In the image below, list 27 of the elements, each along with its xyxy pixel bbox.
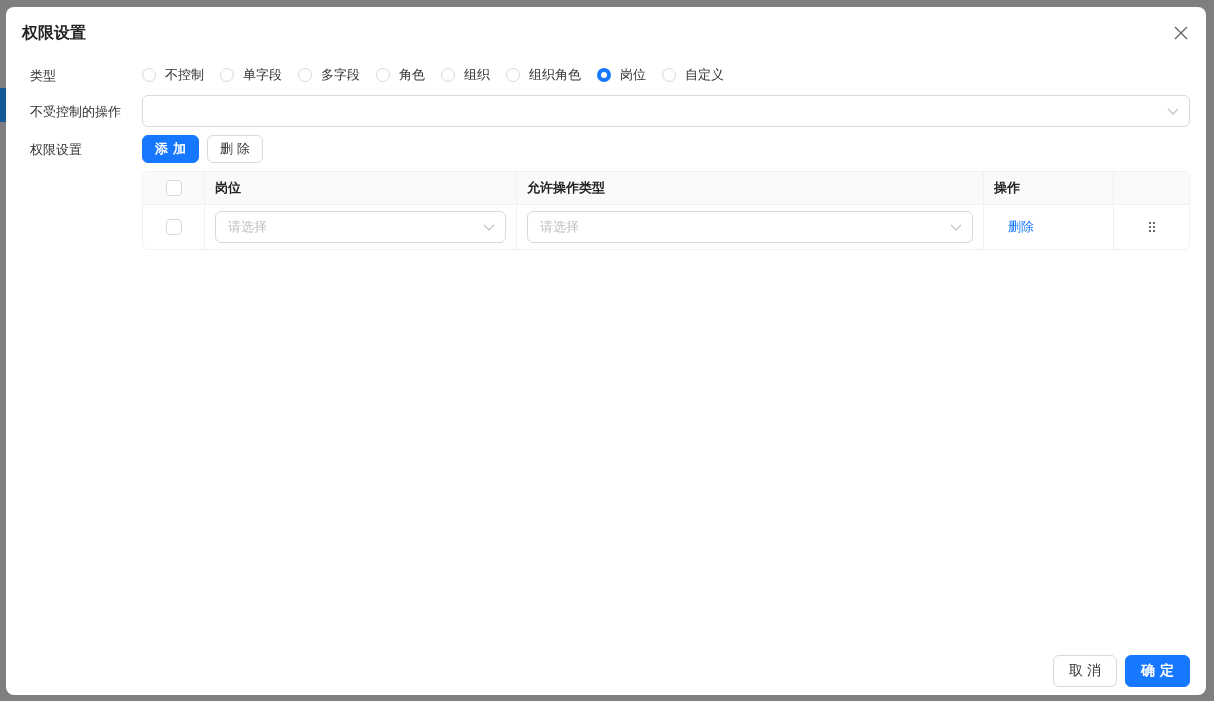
background-panel: [0, 88, 6, 122]
radio-option[interactable]: 不控制: [142, 66, 204, 84]
drag-handle-icon[interactable]: [1148, 222, 1155, 232]
add-button[interactable]: 添 加: [142, 135, 199, 163]
radio-option[interactable]: 角色: [376, 66, 425, 84]
field-label: 不受控制的操作: [30, 103, 122, 121]
checkbox[interactable]: [165, 180, 182, 196]
column-header: 操作: [984, 172, 1114, 205]
column-header: 岗位: [205, 172, 517, 205]
radio-option[interactable]: 单字段: [220, 66, 282, 84]
radio-option[interactable]: 组织角色: [506, 66, 581, 84]
radio-option[interactable]: 岗位: [597, 66, 646, 84]
close-icon[interactable]: [1174, 26, 1188, 40]
radio-option[interactable]: 多字段: [298, 66, 360, 84]
cancel-button[interactable]: 取 消: [1052, 655, 1118, 687]
radio-option[interactable]: 组织: [441, 66, 490, 84]
field-label: 权限设置: [30, 141, 83, 159]
delete-button[interactable]: 删 除: [206, 135, 263, 163]
delete-link[interactable]: 删除: [1008, 218, 1034, 236]
dialog-title: 权限设置: [22, 22, 86, 44]
radio-icon[interactable]: [597, 68, 611, 82]
column-header: 允许操作类型: [517, 172, 984, 205]
field-label: 类型: [30, 67, 57, 85]
confirm-button[interactable]: 确 定: [1125, 655, 1190, 687]
select-field[interactable]: [142, 95, 1190, 127]
radio-option[interactable]: 自定义: [662, 66, 724, 84]
checkbox[interactable]: [165, 219, 182, 235]
